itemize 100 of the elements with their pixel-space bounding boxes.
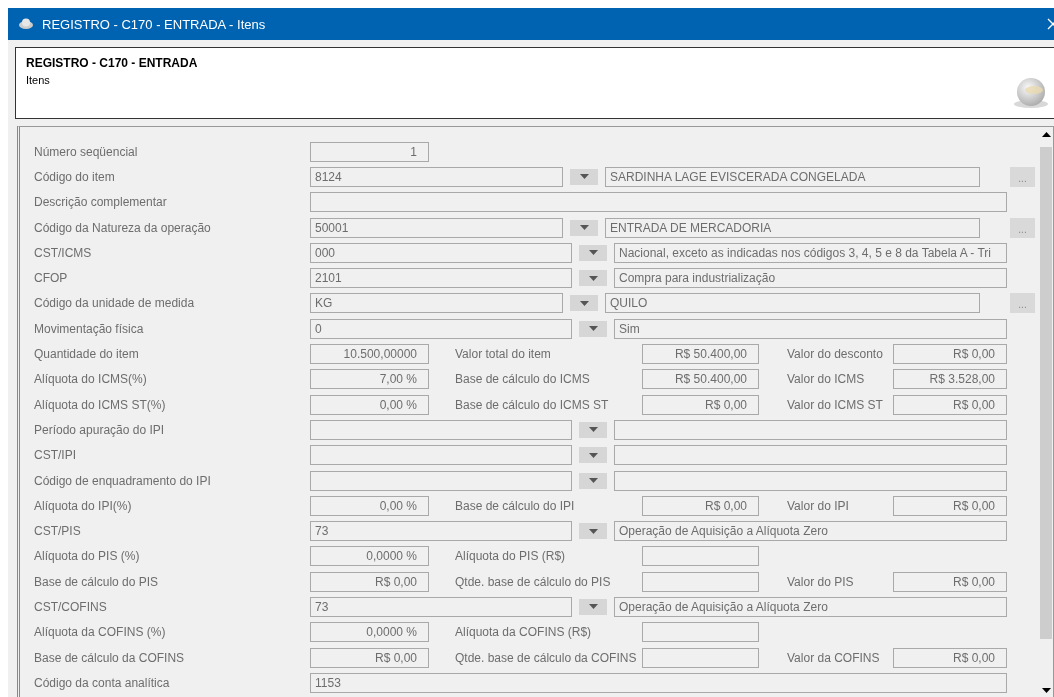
field-label: Valor do IPI [787,498,850,513]
description-field: Sim [614,318,1007,339]
dropdown-button[interactable] [579,447,607,464]
code-field[interactable]: 73 [310,521,572,542]
code-field[interactable]: 000 [310,242,572,263]
header-title: REGISTRO - C170 - ENTRADA [26,56,199,70]
field-label: Número seqüencial [34,144,139,159]
dropdown-caret-icon [588,528,598,534]
dropdown-button[interactable] [579,472,607,489]
value-field[interactable]: R$ 0,00 [310,571,429,592]
field-label: Base de cálculo do ICMS ST [455,397,610,412]
dropdown-button[interactable] [579,320,607,337]
dropdown-button[interactable] [579,421,607,438]
field-label: Movimentação física [34,321,145,336]
code-field[interactable]: 2101 [310,268,572,289]
scroll-thumb[interactable] [1040,147,1052,639]
number-field[interactable]: 1 [310,141,429,162]
field-label: CST/ICMS [34,245,93,260]
field-label: Base de cálculo do PIS [34,574,160,589]
field-label: Alíquota do ICMS ST(%) [34,397,167,412]
code-field[interactable] [310,445,572,466]
field-label: CST/IPI [34,448,77,463]
field-label: Código do item [34,169,116,184]
description-field: QUILO [605,293,980,314]
field-label: Quantidade do item [34,347,140,361]
lookup-button[interactable]: ... [1010,166,1035,187]
description-field: Operação de Aquisição a Alíquota Zero [614,521,1007,542]
code-field[interactable]: 8124 [310,166,563,187]
description-field: SARDINHA LAGE EVISCERADA CONGELADA [605,166,980,187]
value-field[interactable]: R$ 0,00 [893,571,1007,592]
scroll-down-icon[interactable] [1041,687,1051,693]
dropdown-button[interactable] [570,219,598,236]
field-label: Valor do desconto [787,347,884,361]
code-field[interactable]: 0 [310,318,572,339]
field-label: Base de cálculo do IPI [455,498,576,513]
value-field[interactable]: R$ 0,00 [642,495,759,516]
lookup-button[interactable]: ... [1010,217,1035,238]
code-field[interactable] [310,470,572,491]
code-field[interactable] [310,419,572,440]
field-label: Valor do ICMS ST [787,397,884,412]
field-label: Base de cálculo do ICMS [455,372,591,387]
header-subtitle: Itens [26,74,51,86]
value-field[interactable] [642,546,759,567]
dropdown-button[interactable] [570,168,598,185]
window-title: REGISTRO - C170 - ENTRADA - Itens [42,16,267,32]
lookup-button[interactable]: ... [1010,293,1035,314]
field-label: Alíquota do ICMS(%) [34,372,148,387]
close-icon[interactable] [1047,18,1054,30]
value-field[interactable]: 7,00 % [310,369,429,390]
value-field[interactable]: 10.500,00000 [310,344,429,364]
field-label: Valor da COFINS [787,650,881,665]
value-field[interactable]: 0,00 % [310,394,429,415]
text-field[interactable] [310,192,1007,213]
value-field[interactable]: R$ 0,00 [893,495,1007,516]
field-label: CST/PIS [34,524,82,539]
dropdown-button[interactable] [579,244,607,261]
field-label: Valor do ICMS [787,372,866,387]
value-field[interactable] [642,647,759,668]
value-field[interactable]: R$ 0,00 [893,344,1007,364]
dropdown-caret-icon [579,300,589,306]
value-field[interactable] [642,622,759,643]
value-field[interactable] [642,571,759,592]
code-field[interactable]: 50001 [310,217,563,238]
dropdown-caret-icon [579,174,589,180]
value-field[interactable]: R$ 50.400,00 [642,369,759,390]
value-field[interactable]: R$ 0,00 [310,647,429,668]
code-field[interactable]: KG [310,293,563,314]
value-field[interactable]: R$ 3.528,00 [893,369,1007,390]
value-field[interactable]: R$ 0,00 [893,394,1007,415]
field-label: Valor do PIS [787,574,855,589]
field-label: CFOP [34,271,69,286]
field-label: Código da Natureza da operação [34,220,212,235]
code-field[interactable]: 73 [310,597,572,617]
value-field[interactable]: 0,0000 % [310,622,429,643]
dropdown-caret-icon [579,225,589,231]
field-label: Código de enquadramento do IPI [34,473,212,488]
dropdown-caret-icon [588,326,598,332]
field-label: Alíquota do PIS (%) [34,549,141,564]
dropdown-caret-icon [588,452,598,458]
field-label: Qtde. base de cálculo da COFINS [455,650,638,665]
description-field: Nacional, exceto as indicadas nos códigos 3, 4, 5 e 8 da Tabela A - Tri [614,242,1007,263]
dropdown-button[interactable] [579,270,607,287]
dropdown-button[interactable] [579,523,607,540]
dropdown-button[interactable] [570,295,598,312]
field-label: Alíquota do IPI(%) [34,498,133,513]
scroll-up-icon[interactable] [1041,131,1051,137]
field-label: Descrição complementar [34,195,168,210]
value-field[interactable]: 0,00 % [310,495,429,516]
description-field: ENTRADA DE MERCADORIA [605,217,980,238]
value-field[interactable]: 0,0000 % [310,546,429,567]
dropdown-button[interactable] [579,599,607,615]
app-icon [18,18,34,30]
value-field[interactable]: R$ 50.400,00 [642,344,759,364]
dropdown-caret-icon [588,604,598,610]
field-label: Alíquota do PIS (R$) [455,549,567,564]
text-field[interactable]: 1153 [310,672,1007,693]
value-field[interactable]: R$ 0,00 [893,647,1007,668]
field-label: Código da conta analítica [34,675,171,690]
field-label: Base de cálculo da COFINS [34,650,186,665]
value-field[interactable]: R$ 0,00 [642,394,759,415]
